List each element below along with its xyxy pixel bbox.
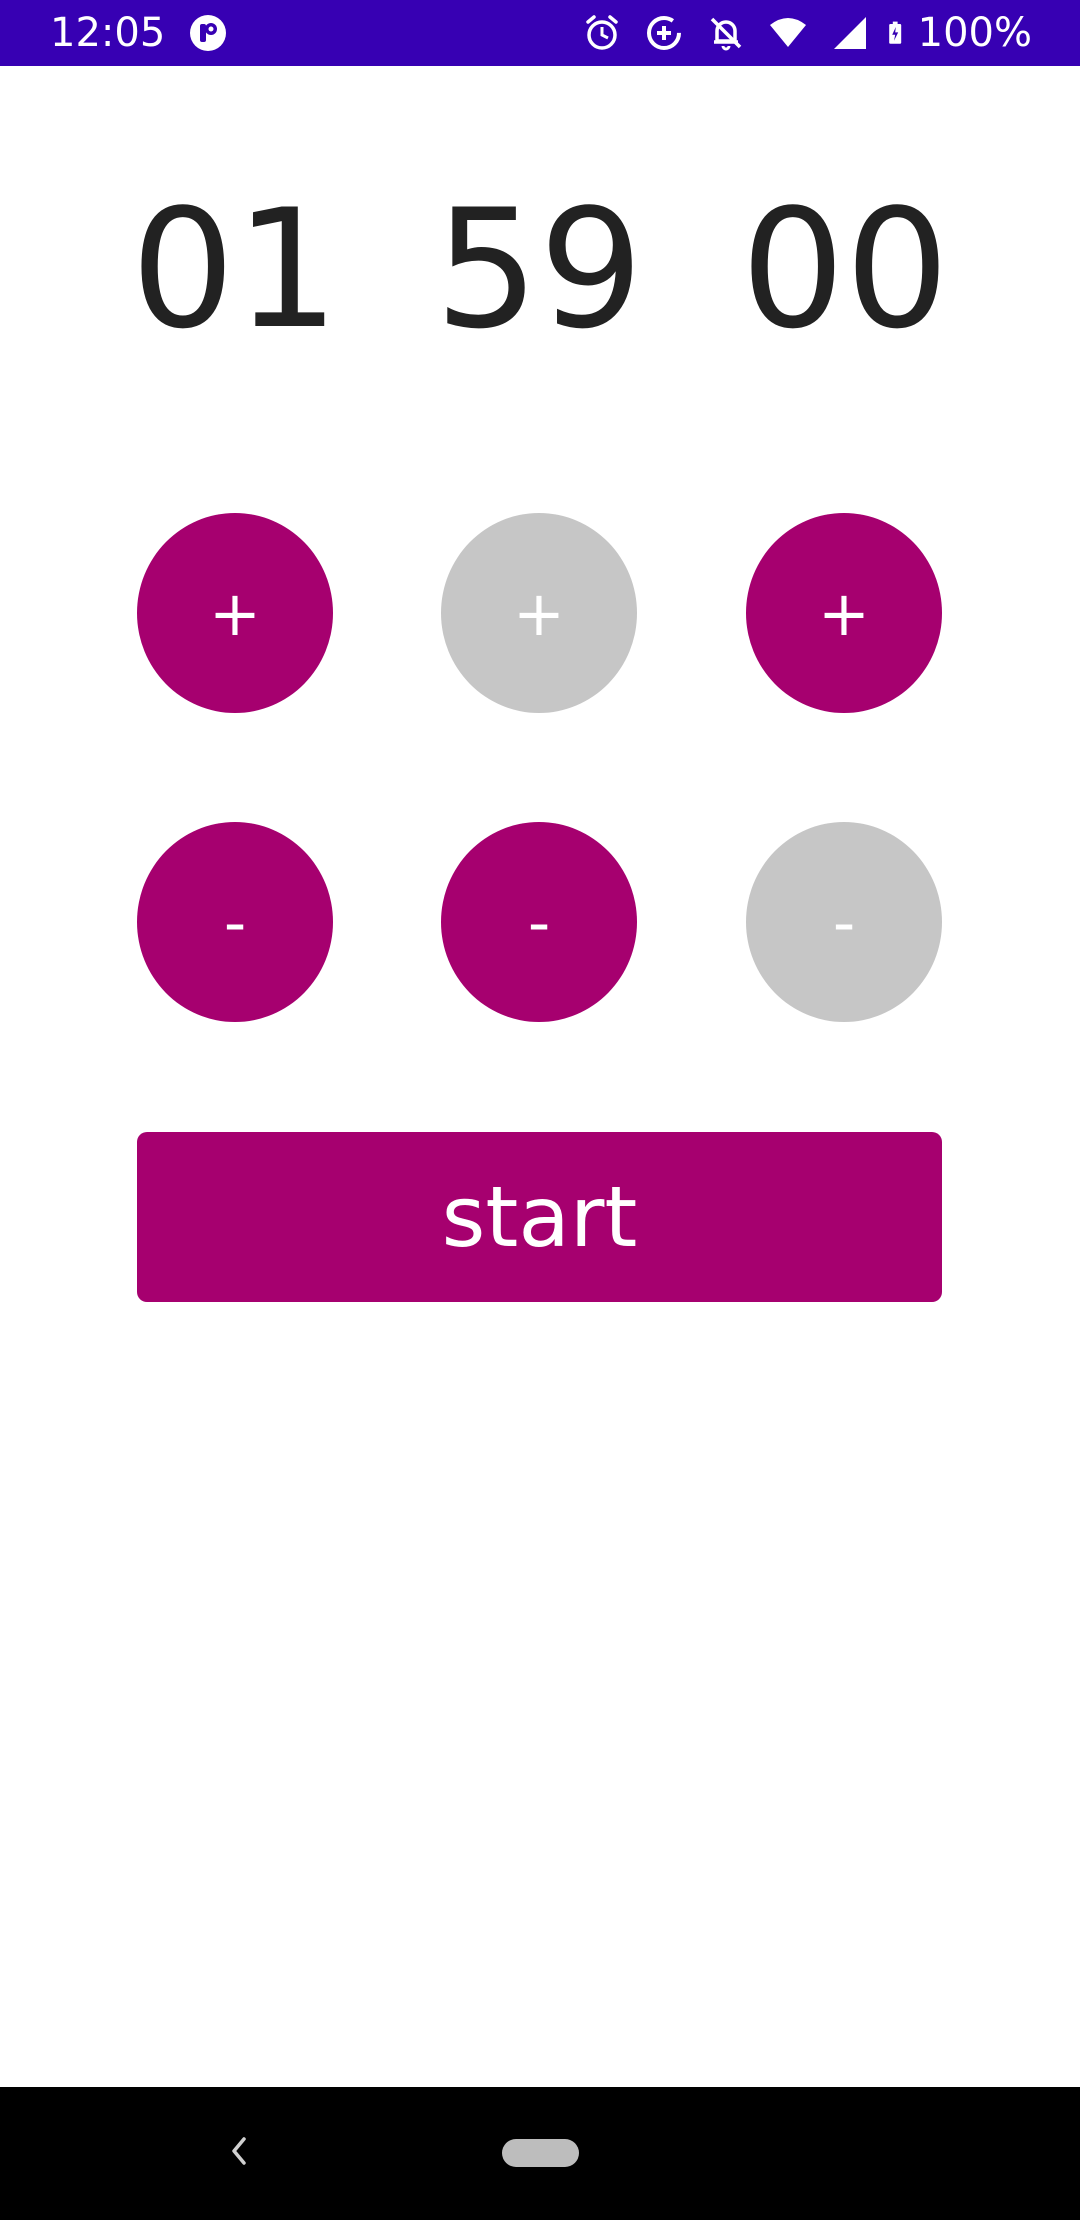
data-saver-icon	[646, 16, 681, 50]
back-icon[interactable]	[224, 2131, 254, 2171]
seconds-decrement-button[interactable]: -	[746, 822, 942, 1022]
status-icons: 100%	[560, 10, 1032, 56]
timer-display: 01 59 00	[0, 180, 1080, 360]
battery-charging-icon	[888, 21, 901, 44]
hours-decrement-button[interactable]: -	[137, 822, 333, 1022]
seconds-increment-button[interactable]: +	[746, 513, 942, 713]
alarm-icon	[585, 15, 618, 50]
status-bar: 12:05 100%	[0, 0, 1080, 66]
minutes-value: 59	[434, 174, 644, 365]
battery-percentage: 100%	[917, 10, 1032, 56]
hours-increment-button[interactable]: +	[137, 513, 333, 713]
minutes-decrement-button[interactable]: -	[441, 822, 637, 1022]
app-notification-icon	[190, 15, 226, 51]
cell-signal-icon	[833, 17, 866, 49]
seconds-value: 00	[740, 174, 950, 365]
status-time: 12:05	[50, 10, 166, 56]
notifications-off-icon	[710, 17, 741, 51]
wifi-icon	[769, 18, 806, 47]
navigation-bar	[0, 2087, 1080, 2220]
minutes-increment-button[interactable]: +	[441, 513, 637, 713]
hours-value: 01	[130, 174, 340, 365]
home-pill[interactable]	[502, 2139, 579, 2167]
start-button[interactable]: start	[137, 1132, 942, 1302]
